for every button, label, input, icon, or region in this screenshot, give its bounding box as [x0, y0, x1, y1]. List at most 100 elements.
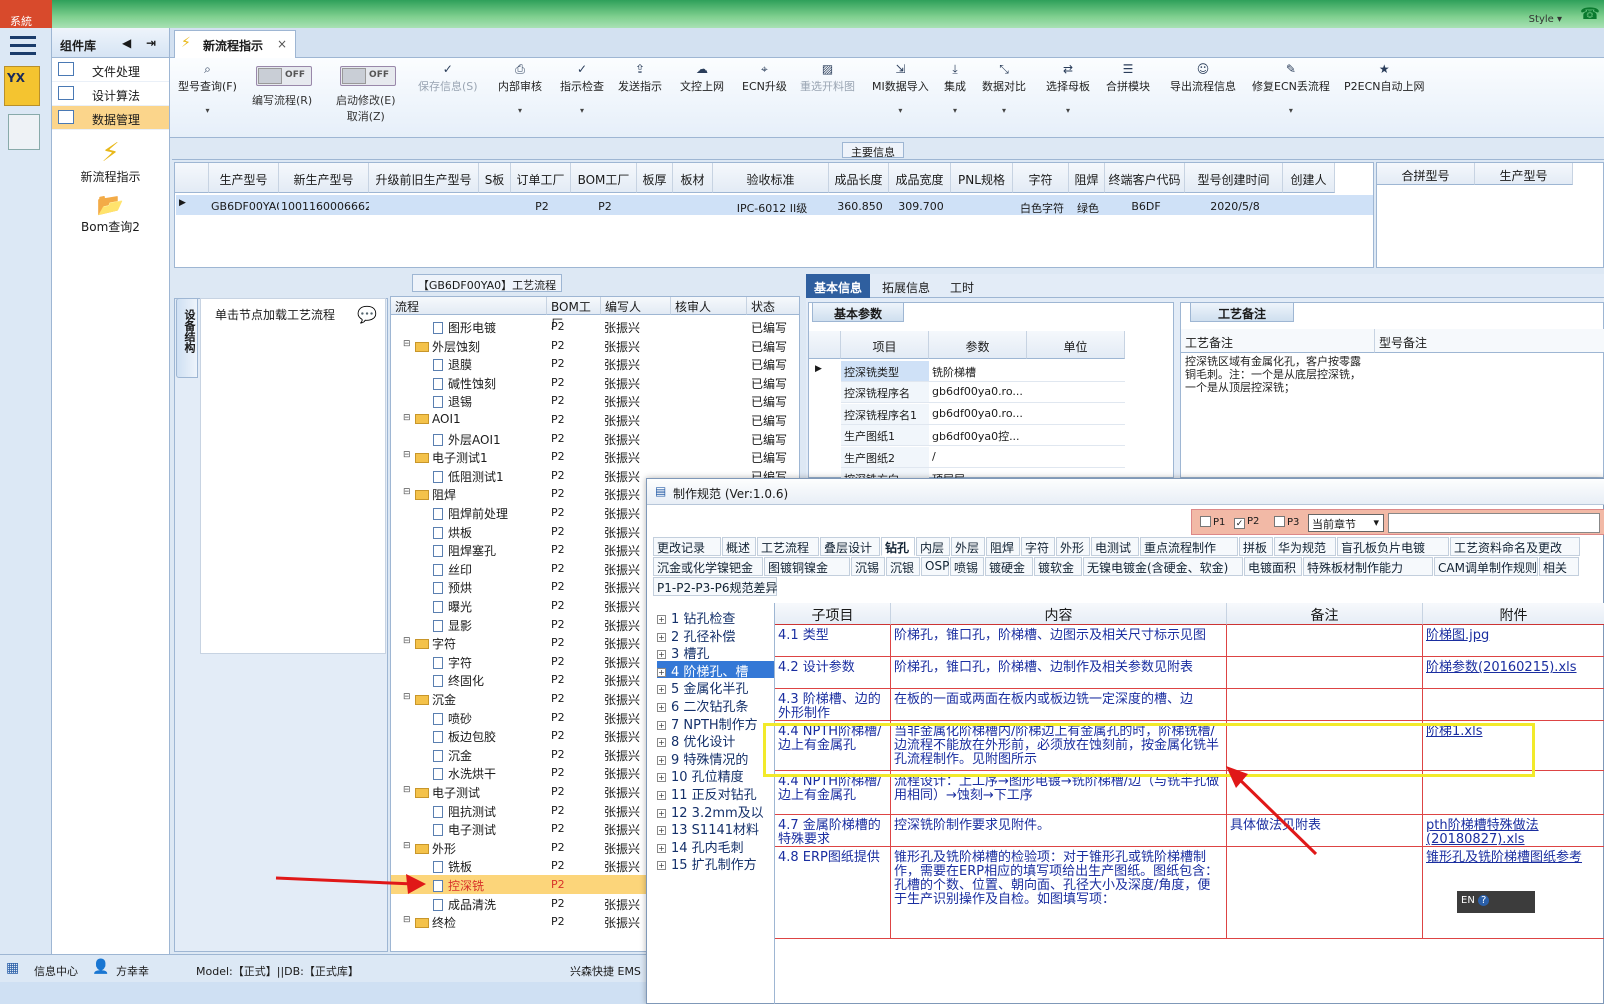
chevron-down-icon[interactable]: ▾ — [944, 106, 966, 115]
hamburger-menu-icon[interactable] — [10, 36, 36, 56]
bp-cell[interactable]: 铣阶梯槽 — [929, 361, 1027, 382]
chevron-down-icon[interactable]: ▾ — [560, 106, 604, 115]
toolbar-button-image[interactable]: ▨ 重选开料图 — [800, 62, 855, 94]
chapter-tab[interactable]: 图镀铜镍金 — [764, 557, 850, 576]
attachment-link[interactable]: 锥形孔及铣阶梯槽图纸参考 — [1426, 850, 1582, 865]
toolbar-button-import[interactable]: ⇲ MI数据导入 ▾ — [872, 62, 929, 115]
tree-row[interactable]: 退锡 P2 张振兴 已编写 — [391, 391, 799, 410]
chapter-tab[interactable]: 内层 — [916, 537, 950, 556]
info-tab[interactable]: 拓展信息 — [874, 274, 938, 298]
toc-item[interactable]: +4 阶梯孔、槽 — [657, 660, 774, 680]
toc-item[interactable]: +9 特殊情况的 — [657, 749, 774, 768]
bp-cell[interactable]: gb6df00ya0.ro... — [929, 382, 1027, 404]
chapter-tab[interactable]: 无镍电镀金(含硬金、软金) — [1083, 557, 1243, 576]
toc-item[interactable]: +14 孔内毛刺 — [657, 837, 774, 856]
info-center[interactable]: 信息中心 — [34, 963, 78, 979]
chapter-tab[interactable]: 电测试 — [1091, 537, 1139, 556]
grid-column-header[interactable]: BOM工厂 — [571, 163, 637, 193]
phone-icon[interactable]: ☎ — [1580, 4, 1600, 23]
new-process-launcher[interactable]: ⚡ 新流程指示 — [52, 138, 169, 185]
expand-minus-icon[interactable]: ⊟ — [403, 450, 411, 460]
attachment-link[interactable]: 阶梯图.jpg — [1426, 628, 1489, 643]
toggle-switch[interactable]: OFF — [340, 66, 396, 86]
chapter-tab[interactable]: CAM调单制作规则 — [1434, 557, 1538, 576]
spec-row[interactable]: 4.1 类型 阶梯孔，锥口孔，阶梯槽、边图示及相关尺寸标示见图 阶梯图.jpg — [775, 625, 1604, 657]
toggle-switch[interactable]: OFF — [256, 66, 312, 86]
expand-minus-icon[interactable]: ⊟ — [403, 413, 411, 423]
toolbar-button-download[interactable]: ⤓ 集成 ▾ — [944, 62, 966, 115]
toolbar-button-check[interactable]: ✓ 指示检查 ▾ — [560, 62, 604, 115]
grid-column-header[interactable]: 验收标准 — [713, 163, 829, 193]
bom-query-launcher[interactable]: 📂 Bom查询2 — [52, 193, 169, 235]
toolbar-button-smile[interactable]: ☺ 导出流程信息 — [1170, 62, 1236, 94]
toc-item[interactable]: +10 孔位精度 — [657, 766, 774, 785]
chapter-tab[interactable]: 沉锡 — [851, 557, 885, 576]
chapter-tab[interactable]: OSP — [921, 557, 949, 576]
grid-column-header[interactable]: 终端客户代码 — [1105, 163, 1185, 193]
style-menu[interactable]: Style ▾ — [1529, 14, 1562, 25]
chapter-tab[interactable]: 拼板 — [1239, 537, 1273, 556]
expand-minus-icon[interactable]: ⊟ — [403, 841, 411, 851]
chapter-tab[interactable]: 工艺流程 — [757, 537, 819, 556]
nav-design-algorithm[interactable]: 设计算法 — [52, 82, 169, 106]
tree-column-header[interactable]: BOM工厂 — [547, 297, 601, 331]
chevron-down-icon[interactable]: ▾ — [498, 106, 542, 115]
grid-column-header[interactable]: 板材 — [673, 163, 713, 193]
toc-item[interactable]: +3 槽孔 — [657, 643, 774, 662]
bp-cell[interactable] — [1027, 361, 1125, 382]
expand-minus-icon[interactable]: ⊟ — [403, 339, 411, 349]
expand-plus-icon[interactable]: + — [657, 650, 666, 660]
bp-cell[interactable] — [1027, 404, 1125, 425]
tab-new-process[interactable]: ⚡ 新流程指示 × — [174, 30, 296, 58]
toc-item[interactable]: +13 S1141材料 — [657, 819, 774, 838]
chapter-tab[interactable]: 外层 — [951, 537, 985, 556]
toolbar-button-star[interactable]: ★ P2ECN自动上网 — [1344, 62, 1425, 94]
chapter-tab[interactable]: 华为规范 — [1274, 537, 1336, 556]
tree-column-header[interactable]: 状态 — [747, 297, 799, 315]
grid-column-header[interactable]: 阻焊 — [1069, 163, 1105, 193]
expand-plus-icon[interactable]: + — [657, 632, 666, 642]
toolbar-button-wrench[interactable]: ✎ 修复ECN丢流程 ▾ — [1252, 62, 1330, 115]
chapter-tab[interactable]: 沉银 — [886, 557, 920, 576]
spec-row[interactable]: 4.4 NPTH阶梯槽/边上有金属孔 流程设计：上工序→图形电镀→铣阶梯槽/边（与… — [775, 771, 1604, 815]
toolbar-button-cloud[interactable]: ☁ 文控上网 — [680, 62, 724, 94]
toc-item[interactable]: +8 优化设计 — [657, 731, 774, 750]
chapter-tab[interactable]: P1-P2-P3-P6规范差异 — [653, 577, 777, 596]
toc-item[interactable]: +12 3.2mm及以 — [657, 802, 774, 821]
tree-row[interactable]: AOI1 ⊟ P2 张振兴 已编写 — [391, 410, 799, 429]
expand-plus-icon[interactable]: + — [657, 826, 666, 836]
equipment-structure-tab[interactable]: 设备结构 — [176, 298, 198, 378]
p3-checkbox[interactable]: P3 — [1274, 516, 1299, 528]
tree-row[interactable]: 外层蚀刻 ⊟ P2 张振兴 已编写 — [391, 336, 799, 355]
expand-minus-icon[interactable]: ⊟ — [403, 636, 411, 646]
remark-column-header[interactable]: 工艺备注 — [1181, 329, 1375, 353]
chapter-tab[interactable]: 字符 — [1021, 537, 1055, 556]
scope-select[interactable]: 当前章节 ▾ — [1308, 514, 1384, 532]
dialog-titlebar[interactable]: ▤ 制作规范 (Ver:1.0.6) — [647, 479, 1604, 505]
info-tab[interactable]: 基本信息 — [806, 274, 871, 298]
toc-item[interactable]: +5 金属化半孔 — [657, 678, 774, 697]
spec-row[interactable]: 4.7 金属阶梯槽的特殊要求 控深铣阶制作要求见附件。 具体做法见附表 pth阶梯槽特… — [775, 815, 1604, 847]
tree-row[interactable]: 退膜 P2 张振兴 已编写 — [391, 354, 799, 373]
tree-row[interactable]: 图形电镀 P2 张振兴 已编写 — [391, 317, 799, 336]
grid-column-header[interactable]: 生产型号 — [209, 163, 279, 193]
grid-column-header[interactable]: PNL规格 — [951, 163, 1013, 193]
toolbar-button-shuffle[interactable]: ⇄ 选择母板 ▾ — [1046, 62, 1090, 115]
bp-cell[interactable] — [1027, 382, 1125, 404]
remark-column-header[interactable]: 型号备注 — [1375, 329, 1604, 353]
grid-column-header[interactable]: 型号创建时间 — [1185, 163, 1283, 193]
toolbar-button-binoculars[interactable]: ⌖ ECN升级 — [742, 62, 787, 94]
expand-plus-icon[interactable]: + — [657, 667, 666, 677]
ime-indicator[interactable]: EN ? — [1457, 891, 1535, 913]
merge-grid-header[interactable]: 合拼型号 — [1377, 163, 1475, 185]
chapter-tab[interactable]: 喷锡 — [950, 557, 984, 576]
tree-column-header[interactable]: 编写人 — [601, 297, 671, 315]
bp-column-header[interactable]: 项目 — [841, 331, 929, 359]
collapse-left-icon[interactable]: ◀ — [122, 36, 131, 50]
toc-item[interactable]: +11 正反对钻孔 — [657, 784, 774, 803]
grid-column-header[interactable]: 成品长度 — [829, 163, 889, 193]
toc-item[interactable]: +7 NPTH制作方 — [657, 714, 774, 733]
expand-plus-icon[interactable]: + — [657, 755, 666, 765]
grid-column-header[interactable]: 创建人 — [1283, 163, 1335, 193]
attachment-link[interactable]: pth阶梯槽特殊做法(20180827).xls — [1426, 818, 1539, 847]
